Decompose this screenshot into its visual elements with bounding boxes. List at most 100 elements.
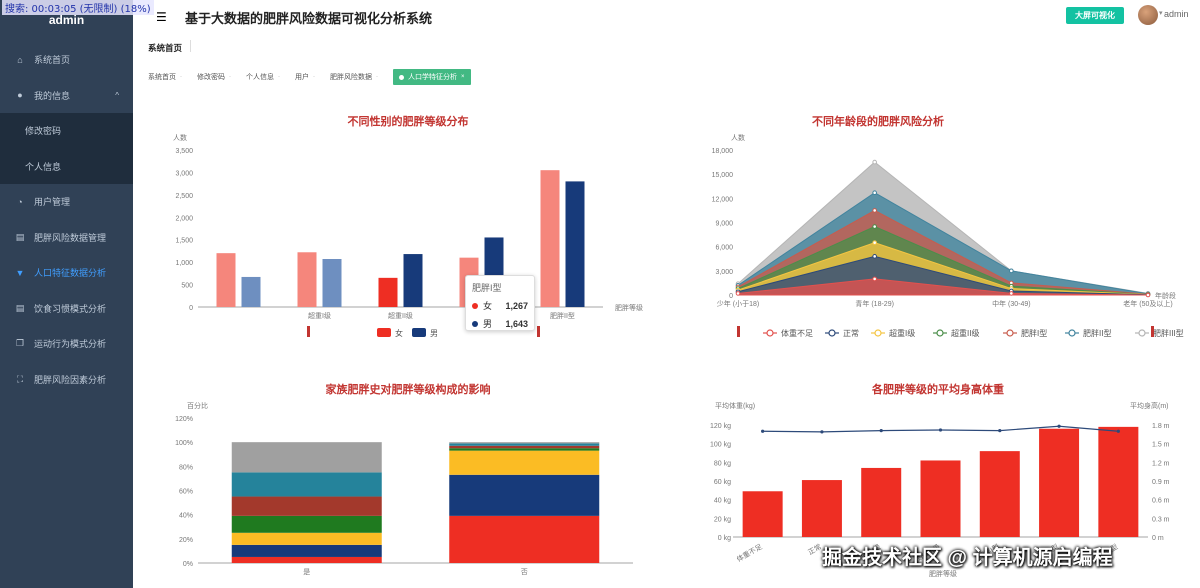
close-icon[interactable]: × [461,74,465,80]
page-title: 基于大数据的肥胖风险数据可视化分析系统 [185,11,433,26]
point-肥胖II型 [1009,268,1014,274]
point-超重I级 [872,240,877,245]
legend-label: 体重不足 [781,328,813,338]
tooltip-value: 1,267 [505,300,528,311]
point-体重不足 [735,291,741,296]
chevron-down-icon[interactable]: ▾ [1159,9,1163,17]
bar-weight [1098,426,1139,537]
separator-icon: · [180,74,182,80]
avatar[interactable] [1138,5,1158,25]
sidebar: admin ⌂ 系统首页 ● 我的信息 ^ 修改密码 个人信息 ◔ 用户管理 ▤ 肥胖风险数据管理 ▼… [0,0,133,588]
point-超重II级 [872,224,877,229]
sidebar-item-2[interactable]: 修改密码 [0,113,133,149]
sidebar-item-label: 用户管理 [34,197,71,208]
stack-segment [449,448,600,451]
stack-segment [449,450,600,475]
sidebar-item-label: 个人信息 [25,161,62,172]
legend-label: 肥胖II型 [1083,328,1111,338]
x-tick-label: 中年 (30-49) [992,299,1031,308]
admin-name[interactable]: admin [1164,9,1189,19]
tab-label: 系统首页 [148,74,176,81]
sidebar-item-label: 饮食习惯模式分析 [34,303,107,314]
stack-segment [231,442,382,473]
tooltip-label: 男 [483,319,493,329]
sidebar-item-label: 肥胖风险数据管理 [34,232,107,243]
clipboard-icon: ▤ [15,231,25,242]
chart-tooltip: 肥胖I型 女 1,267 男 1,643 [465,275,535,331]
sidebar-item-0[interactable]: ⌂ 系统首页 [0,42,133,78]
breadcrumb[interactable]: 系统首页 [148,42,182,54]
x-tick-label: 超重I级 [308,311,331,320]
y-tick-label: 500 [181,283,193,290]
sidebar-item-9[interactable]: ⛶ 肥胖风险因素分析 [0,362,133,398]
sidebar-item-7[interactable]: ▤ 饮食习惯模式分析 [0,291,133,327]
sidebar-item-8[interactable]: ❐ 运动行为模式分析 [0,326,133,362]
x-tick-label: 超重II级 [388,311,413,320]
y-tick-label: 20 kg [714,516,731,523]
x-tick-label: 否 [521,568,528,576]
user-icon: ● [17,90,23,101]
y2-tick-label: 0.3 m [1152,516,1170,523]
header: ☰ 基于大数据的肥胖风险数据可视化分析系统 大屏可视化 ▾ admin [133,0,1200,34]
tags-view: 系统首页 · 修改密码 · 个人信息 · 用户 · 肥胖风险数据 · 人口学特征分析 × [148,69,486,85]
bar-weight [861,467,902,537]
bar-weight [801,480,842,537]
point-height [879,429,883,433]
y-tick-label: 1,500 [175,238,193,245]
legend-swatch-male [412,328,426,337]
tab-label: 用户 [295,74,309,81]
point-肥胖II型 [872,190,877,195]
tab-5[interactable]: 人口学特征分析 × [393,69,471,85]
x-axis-label: 年龄段 [1155,291,1176,300]
stack-segment [231,496,382,516]
legend-label: 正常 [843,329,859,338]
x-tick-label: 少年 (小于18) [717,299,759,308]
point-正常 [872,254,877,259]
point-体重不足 [872,276,877,282]
y-tick-label: 1,000 [175,260,193,267]
hamburger-icon[interactable]: ☰ [156,10,167,24]
sidebar-item-4[interactable]: ◔ 用户管理 [0,184,133,220]
y-tick-label: 18,000 [712,148,734,155]
y2-tick-label: 1.5 m [1152,442,1170,449]
legend-marker [766,329,774,337]
tab-3[interactable]: 用户 · [295,72,315,82]
point-height [820,430,824,434]
sidebar-item-1[interactable]: ● 我的信息 ^ [0,78,133,114]
y-tick-label: 100 kg [710,442,731,449]
legend-marker [1068,329,1076,337]
sidebar-item-5[interactable]: ▤ 肥胖风险数据管理 [0,220,133,256]
chart-title: 各肥胖等级的平均身高体重 [871,382,1004,396]
tooltip-row: 男 1,643 [472,317,528,330]
tab-2[interactable]: 个人信息 · [246,72,280,82]
tab-0[interactable]: 系统首页 · [148,72,182,82]
sidebar-item-6[interactable]: ▼ 人口特征数据分析 [0,255,133,291]
y-tick-label: 100% [175,440,193,447]
sidebar-menu: ⌂ 系统首页 ● 我的信息 ^ 修改密码个人信息 ◔ 用户管理 ▤ 肥胖风险数据管理 ▼ 人口特征数据… [0,42,133,397]
sidebar-item-label: 修改密码 [25,126,62,137]
stack-segment [231,544,382,557]
separator-icon: · [278,74,280,80]
bar-男 [322,259,342,307]
separator-icon: · [313,74,315,80]
bigscreen-button[interactable]: 大屏可视化 [1066,7,1124,24]
sidebar-item-3[interactable]: 个人信息 [0,148,133,184]
legend-label: 女 [395,328,403,338]
y-axis-label: 平均体重(kg) [715,401,755,410]
tooltip-title: 肥胖I型 [472,283,502,293]
y2-tick-label: 0 m [1152,535,1164,542]
tab-4[interactable]: 肥胖风险数据 · [330,72,378,82]
sidebar-item-label: 系统首页 [34,55,71,66]
stack-segment [231,472,382,497]
x-tick-label: 是 [303,568,310,576]
sidebar-item-label: 运动行为模式分析 [34,339,107,350]
y-tick-label: 12,000 [712,196,734,203]
y-tick-label: 20% [179,537,193,544]
tab-1[interactable]: 修改密码 · [197,72,231,82]
y2-axis-label: 平均身高(m) [1130,401,1169,410]
point-height [1057,424,1061,428]
tab-label: 人口学特征分析 [408,74,457,81]
y-tick-label: 120 kg [710,423,731,430]
marker-right [537,326,540,337]
point-height [938,428,943,432]
